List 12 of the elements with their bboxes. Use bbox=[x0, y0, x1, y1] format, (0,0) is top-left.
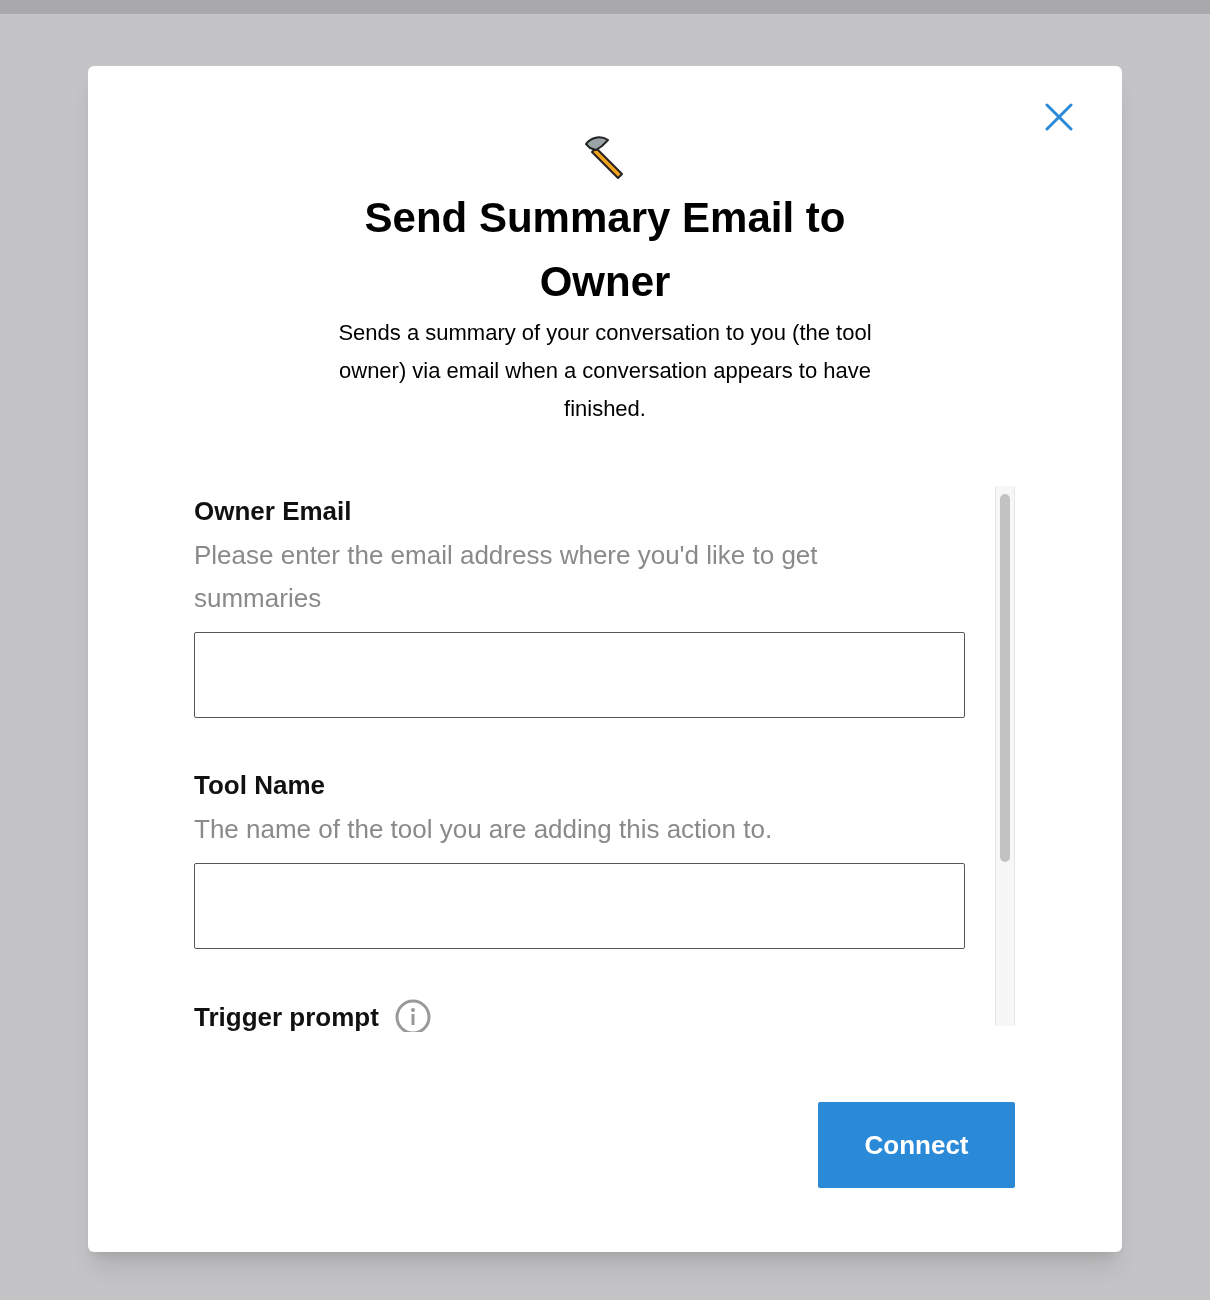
connect-button[interactable]: Connect bbox=[818, 1102, 1015, 1188]
info-icon[interactable] bbox=[394, 999, 431, 1032]
field-label: Tool Name bbox=[194, 769, 326, 802]
text-field[interactable] bbox=[194, 632, 965, 718]
field-label: Trigger prompt bbox=[194, 1001, 379, 1032]
text-field[interactable] bbox=[194, 863, 965, 949]
field-help: The name of the tool you are adding this action to. bbox=[194, 813, 774, 846]
dialog-description: Sends a summary of your conversation to you (the tool owner) via email when a conversation appears to have finished. bbox=[337, 319, 873, 423]
dialog-title: Send Summary Email to Owner bbox=[363, 193, 847, 307]
field-help: Please enter the email address where you'd like to get summaries bbox=[194, 539, 819, 615]
scrollbar-thumb[interactable] bbox=[1000, 494, 1010, 862]
field-label: Owner Email bbox=[194, 495, 353, 528]
